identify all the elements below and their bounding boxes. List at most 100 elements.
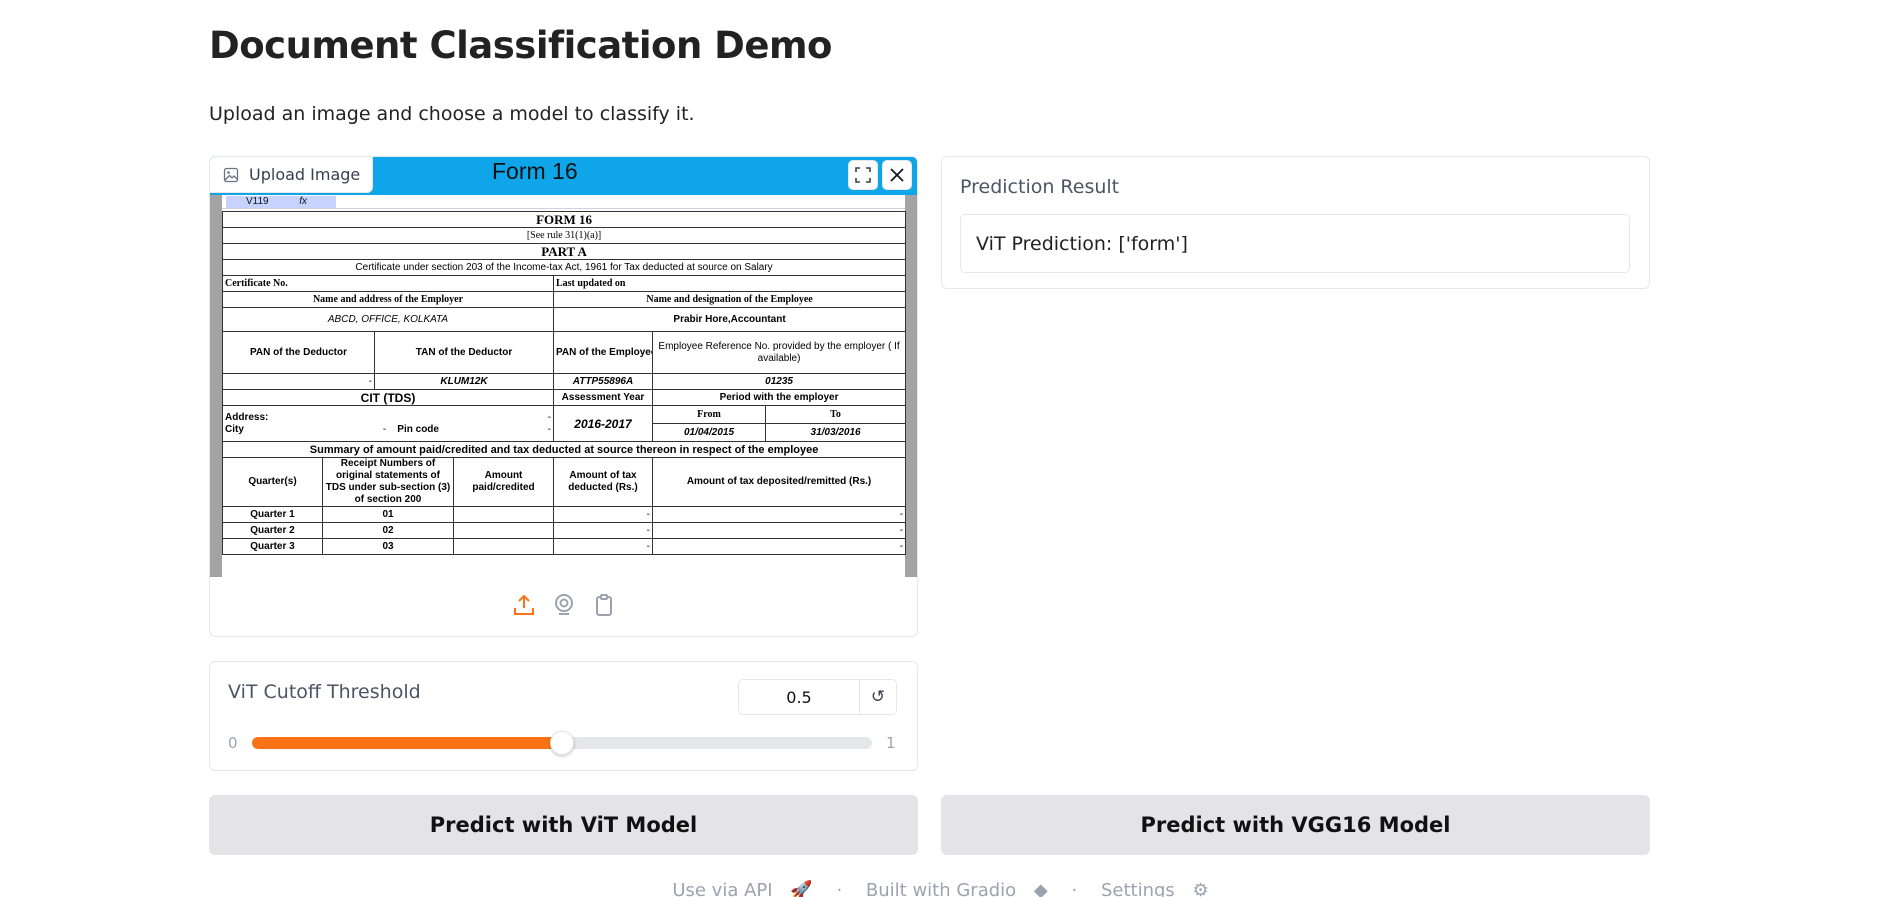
image-icon: [223, 167, 239, 182]
footer-api-text: Use via API: [672, 880, 773, 897]
pan-deductor: -: [222, 373, 375, 390]
period-to: 31/03/2016: [764, 423, 907, 442]
upload-icon: [513, 594, 534, 615]
assessment-header: Assessment Year: [553, 389, 653, 406]
predict-vgg16-button[interactable]: Predict with VGG16 Model: [941, 795, 1650, 855]
footer-separator: ·: [836, 880, 843, 897]
assessment-year: 2016-2017: [553, 405, 653, 442]
form-table: FORM 16 [See rule 31(1)(a)] PART A Certi…: [221, 211, 907, 555]
page-description: Upload an image and choose a model to cl…: [209, 103, 695, 125]
row-quarter: Quarter 2: [222, 522, 323, 539]
fx-text: fx: [299, 196, 307, 207]
address-dash: -: [547, 411, 551, 423]
row-receipt: 02: [322, 522, 454, 539]
threshold-number-input[interactable]: 0.5: [738, 679, 860, 715]
slider-label: ViT Cutoff Threshold: [228, 681, 421, 703]
row-quarter: Quarter 1: [222, 506, 323, 523]
slider-min-label: 0: [228, 734, 238, 752]
employee-ref: 01235: [651, 373, 907, 390]
pan-deductor-header: PAN of the Deductor: [222, 331, 375, 374]
threshold-slider-panel: ViT Cutoff Threshold 0.5 ↺ 0 1: [209, 661, 918, 771]
image-source-selector: [210, 577, 917, 636]
employer-name-header: Name and address of the Employer: [222, 291, 554, 308]
table-row: Quarter 2 02 - -: [222, 522, 907, 539]
address-label: Address:: [225, 411, 269, 423]
col-tax-deducted: Amount of tax deducted (Rs.): [553, 457, 653, 507]
row-deducted: -: [553, 538, 653, 555]
page-title: Document Classification Demo: [209, 24, 832, 67]
employer-name: ABCD, OFFICE, KOLKATA: [222, 307, 554, 332]
from-header: From: [652, 405, 766, 424]
row-deducted: -: [553, 522, 653, 539]
footer-gradio-text: Built with Gradio: [865, 880, 1017, 897]
slider-max-label: 1: [886, 734, 896, 752]
row-amount: [453, 522, 554, 539]
cell-ref-text: V119: [246, 196, 269, 207]
col-tax-deposited: Amount of tax deposited/remitted (Rs.): [651, 457, 907, 507]
summary-line: Summary of amount paid/credited and tax …: [221, 441, 907, 458]
employee-name-header: Name and designation of the Employee: [552, 291, 907, 308]
upload-source-button[interactable]: [512, 593, 536, 621]
employee-name: Prabir Hore,Accountant: [552, 307, 907, 332]
pincode-dash: -: [547, 423, 551, 435]
webcam-source-button[interactable]: [552, 593, 576, 621]
image-input-label: Upload Image: [210, 157, 374, 193]
tan-deductor-header: TAN of the Deductor: [374, 331, 554, 374]
row-amount: [453, 506, 554, 523]
certificate-no: Certificate No.: [222, 275, 554, 292]
image-preview[interactable]: Form 16 V119 fx FORM 16 [See rule 31(1)(…: [210, 157, 917, 577]
reset-icon: ↺: [870, 687, 886, 707]
slider-thumb[interactable]: [550, 731, 574, 755]
row-receipt: 01: [322, 506, 454, 523]
period-header: Period with the employer: [651, 389, 907, 406]
row-receipt: 03: [322, 538, 454, 555]
footer-separator: ·: [1071, 880, 1078, 897]
row-deducted: -: [553, 506, 653, 523]
rocket-icon: 🚀: [790, 880, 813, 897]
row-deposited: -: [651, 522, 907, 539]
gradio-logo-icon: ◆: [1033, 880, 1048, 897]
to-header: To: [764, 405, 907, 424]
image-input-label-text: Upload Image: [249, 165, 361, 184]
cell-reference: V119 fx: [226, 196, 336, 208]
footer-settings-text: Settings: [1100, 880, 1175, 897]
image-input-panel: Form 16 V119 fx FORM 16 [See rule 31(1)(…: [209, 156, 918, 637]
clipboard-icon: [595, 594, 612, 616]
form-title: FORM 16: [221, 211, 907, 228]
clipboard-source-button[interactable]: [592, 593, 616, 621]
period-from: 01/04/2015: [652, 423, 766, 442]
reset-button[interactable]: ↺: [859, 679, 897, 715]
gear-icon: ⚙: [1192, 880, 1209, 897]
cit-header: CIT (TDS): [222, 389, 554, 406]
footer-settings-link[interactable]: Settings ⚙: [1095, 880, 1215, 897]
result-textbox[interactable]: ViT Prediction: ['form']: [960, 214, 1630, 273]
col-amount: Amount paid/credited: [453, 457, 554, 507]
footer-api-link[interactable]: Use via API 🚀: [666, 880, 818, 897]
col-quarters: Quarter(s): [222, 457, 323, 507]
employee-ref-header: Employee Reference No. provided by the e…: [651, 331, 907, 374]
fullscreen-icon: [855, 167, 871, 183]
close-icon: [890, 168, 904, 182]
footer-gradio-link[interactable]: Built with Gradio ◆: [860, 880, 1054, 897]
result-label: Prediction Result: [960, 176, 1120, 198]
webcam-icon: [554, 594, 573, 615]
slider-fill: [252, 737, 562, 749]
certificate-line: Certificate under section 203 of the Inc…: [221, 259, 907, 276]
predict-vit-button[interactable]: Predict with ViT Model: [209, 795, 918, 855]
document-banner-text: Form 16: [492, 158, 578, 184]
address-cell: Address: - City - Pin code -: [222, 405, 554, 442]
city-label: City: [225, 423, 244, 435]
clear-image-button[interactable]: [882, 160, 912, 190]
pan-employee: ATTP55896A: [553, 373, 653, 390]
fullscreen-button[interactable]: [848, 160, 878, 190]
uploaded-document-image: Form 16 V119 fx FORM 16 [See rule 31(1)(…: [210, 157, 917, 577]
last-updated: Last updated on: [552, 275, 907, 292]
row-amount: [453, 538, 554, 555]
city-dash: -: [382, 423, 387, 435]
form-rule: [See rule 31(1)(a)]: [221, 227, 907, 244]
col-receipt: Receipt Numbers of original statements o…: [322, 457, 454, 507]
prediction-result-panel: Prediction Result ViT Prediction: ['form…: [941, 156, 1650, 289]
table-row: Quarter 3 03 - -: [222, 538, 907, 555]
row-quarter: Quarter 3: [222, 538, 323, 555]
slider-track[interactable]: [252, 731, 872, 755]
